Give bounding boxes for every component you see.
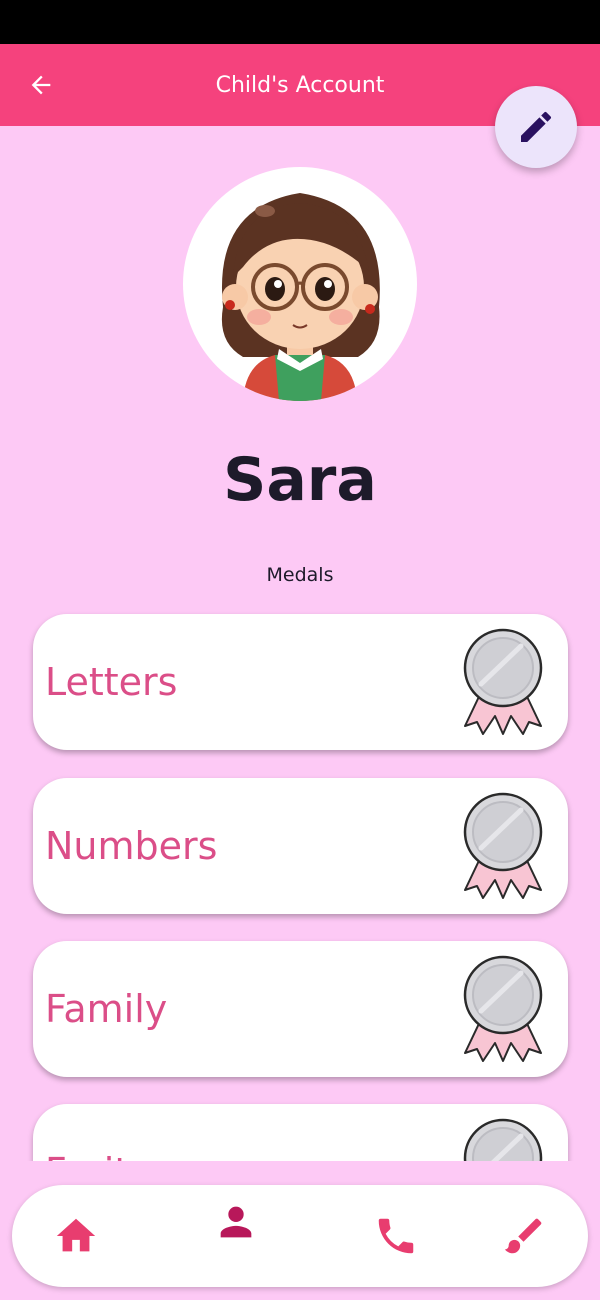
medal-card-label: Family <box>45 987 168 1031</box>
child-name: Sara <box>223 445 377 515</box>
medal-icon <box>463 792 543 899</box>
medal-icon <box>463 628 543 735</box>
girl-avatar-illustration <box>221 193 380 401</box>
medals-heading: Medals <box>266 564 334 586</box>
nav-home[interactable] <box>36 1185 116 1287</box>
medal-card-family[interactable]: Family <box>33 941 568 1077</box>
medal-card-numbers[interactable]: Numbers <box>33 778 568 914</box>
nav-phone[interactable] <box>356 1185 436 1287</box>
bottom-nav <box>12 1185 588 1287</box>
medal-card-fruits[interactable]: Fruits <box>33 1104 568 1161</box>
nav-profile[interactable] <box>196 1185 276 1287</box>
arrow-left-icon <box>31 75 51 95</box>
pencil-icon <box>521 111 551 142</box>
brush-icon <box>504 1218 542 1254</box>
nav-draw[interactable] <box>484 1185 564 1287</box>
medal-card-label: Letters <box>45 660 178 704</box>
home-icon <box>56 1218 96 1252</box>
medal-card-label: Fruits <box>45 1104 149 1161</box>
phone-icon <box>378 1218 414 1254</box>
medal-card-letters[interactable]: Letters <box>33 614 568 750</box>
medals-list[interactable]: Letters Numbers Family Fruits <box>0 600 600 1161</box>
edit-button[interactable] <box>495 86 577 168</box>
avatar <box>183 167 417 401</box>
status-bar <box>0 0 600 44</box>
medal-card-label: Numbers <box>45 824 218 868</box>
person-icon <box>220 1206 252 1238</box>
medal-icon <box>463 955 543 1062</box>
medal-icon <box>463 1118 543 1161</box>
back-button[interactable] <box>22 66 60 104</box>
